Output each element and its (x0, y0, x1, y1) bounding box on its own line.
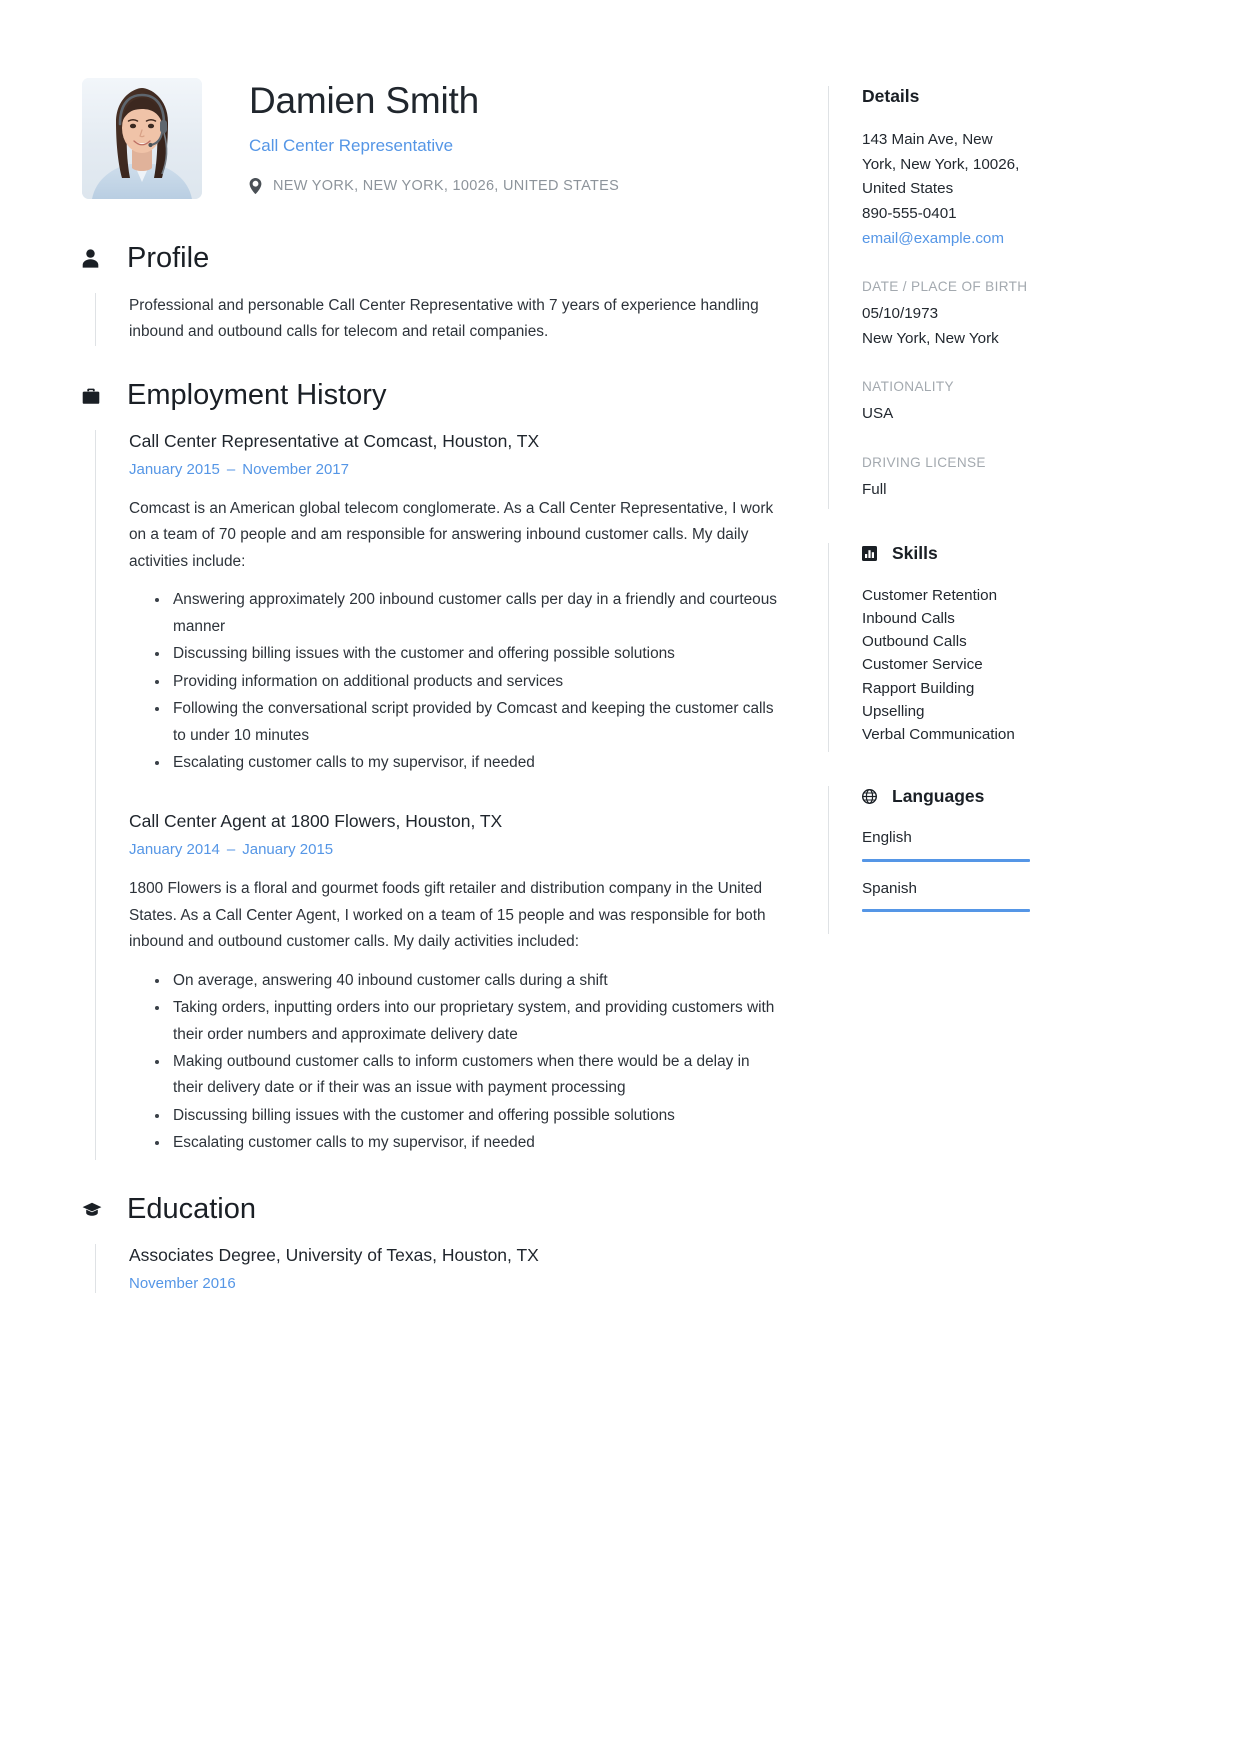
skill-item: Rapport Building (862, 679, 975, 697)
address-line-1: 143 Main Ave, New (862, 131, 993, 148)
job-bullet: Discussing billing issues with the custo… (155, 641, 780, 667)
sidebar-section-skills: Skills Customer Retention Inbound Calls … (828, 542, 1239, 753)
section-education: Education Associates Degree, University … (82, 1192, 780, 1294)
job-bullet: Making outbound customer calls to inform… (155, 1049, 780, 1102)
dob-place: New York, New York (862, 329, 999, 347)
employment-section-title: Employment History (127, 378, 387, 411)
section-profile: Profile Professional and personable Call… (82, 242, 780, 346)
education-body: Associates Degree, University of Texas, … (95, 1243, 780, 1294)
dob-date: 05/10/1973 (862, 305, 939, 323)
language-item: Spanish (862, 878, 1239, 912)
phone-number: 890-555-0401 (862, 204, 957, 222)
skill-item: Inbound Calls (862, 609, 955, 627)
job-dates: January 2014– January 2015 (129, 840, 780, 860)
briefcase-icon (82, 387, 108, 405)
job-bullet: Taking orders, inputting orders into our… (155, 995, 780, 1048)
languages-section-header: Languages (862, 786, 1239, 807)
job-bullet: On average, answering 40 inbound custome… (155, 968, 780, 994)
employment-entry: Call Center Agent at 1800 Flowers, Houst… (129, 810, 780, 1160)
job-heading: Call Center Representative at Comcast, H… (129, 430, 540, 451)
job-date-dash: – (226, 840, 236, 858)
main-column: Damien Smith Call Center Representative … (0, 78, 790, 1327)
job-dates: January 2015– November 2017 (129, 460, 780, 480)
dob-label: DATE / PLACE OF BIRTH (862, 279, 1028, 295)
driving-license-value: Full (862, 481, 887, 499)
profile-section-header: Profile (82, 242, 780, 275)
job-bullet: Answering approximately 200 inbound cust… (155, 587, 780, 640)
nationality-label: NATIONALITY (862, 379, 954, 395)
skills-section-title: Skills (892, 542, 938, 563)
job-date-end: November 2017 (242, 460, 349, 478)
skill-item: Verbal Communication (862, 726, 1015, 744)
job-description: Comcast is an American global telecom co… (129, 500, 774, 570)
education-heading: Associates Degree, University of Texas, … (129, 1244, 539, 1265)
profile-text: Professional and personable Call Center … (129, 296, 759, 341)
skills-section-header: Skills (862, 543, 1239, 564)
employment-section-header: Employment History (82, 378, 780, 412)
location-text: NEW YORK, NEW YORK, 10026, UNITED STATES (273, 177, 620, 194)
skill-item: Customer Retention (862, 586, 998, 604)
page-columns: Damien Smith Call Center Representative … (0, 78, 1239, 1327)
skill-item: Customer Service (862, 656, 983, 674)
education-section-title: Education (127, 1192, 256, 1225)
nationality-value: USA (862, 405, 894, 423)
job-bullet-list: Answering approximately 200 inbound cust… (129, 587, 780, 776)
globe-icon (862, 789, 881, 805)
employment-entry: Call Center Representative at Comcast, H… (129, 430, 780, 780)
job-date-start: January 2014 (129, 840, 220, 858)
address-line-3: United States (862, 180, 954, 198)
job-bullet: Providing information on additional prod… (155, 669, 780, 695)
job-date-dash: – (226, 460, 236, 478)
page-title: Damien Smith (249, 80, 479, 121)
job-date-end: January 2015 (242, 840, 334, 858)
skill-item: Upselling (862, 702, 925, 720)
location-row: NEW YORK, NEW YORK, 10026, UNITED STATES (249, 177, 620, 194)
language-name: Spanish (862, 879, 917, 897)
education-section-header: Education (82, 1192, 780, 1226)
skill-item: Outbound Calls (862, 633, 967, 651)
avatar (82, 78, 202, 199)
job-title: Call Center Representative (249, 135, 454, 155)
languages-section-title: Languages (892, 786, 985, 807)
section-employment: Employment History Call Center Represent… (82, 378, 780, 1160)
language-name: English (862, 829, 912, 847)
profile-section-title: Profile (127, 242, 210, 274)
job-bullet: Escalating customer calls to my supervis… (155, 750, 780, 776)
education-date: November 2016 (129, 1274, 236, 1292)
job-description: 1800 Flowers is a floral and gourmet foo… (129, 880, 766, 951)
job-date-start: January 2015 (129, 460, 220, 478)
bar-chart-icon (862, 545, 881, 561)
details-section-title: Details (862, 86, 920, 106)
person-icon (82, 249, 108, 269)
job-bullet: Discussing billing issues with the custo… (155, 1103, 780, 1129)
language-level-bar (862, 858, 1030, 862)
language-level-bar (862, 908, 1030, 912)
education-entry: Associates Degree, University of Texas, … (129, 1244, 780, 1293)
resume-page: Damien Smith Call Center Representative … (0, 0, 1239, 1754)
sidebar-column: Details 143 Main Ave, New York, New York… (790, 78, 1239, 934)
language-item: English (862, 827, 1239, 862)
identity-block: Damien Smith Call Center Representative … (202, 78, 619, 194)
email-link[interactable]: email@example.com (862, 227, 1239, 252)
job-bullet: Escalating customer calls to my supervis… (155, 1130, 780, 1156)
graduation-cap-icon (82, 1202, 108, 1217)
address-line-2: York, New York, 10026, (862, 155, 1020, 173)
profile-body: Professional and personable Call Center … (95, 292, 780, 346)
map-pin-icon (249, 177, 262, 194)
driving-license-label: DRIVING LICENSE (862, 455, 986, 471)
resume-header: Damien Smith Call Center Representative … (82, 78, 780, 199)
job-bullet: Following the conversational script prov… (155, 696, 780, 749)
sidebar-section-details: Details 143 Main Ave, New York, New York… (828, 86, 1239, 509)
employment-body: Call Center Representative at Comcast, H… (95, 429, 780, 1160)
job-bullet-list: On average, answering 40 inbound custome… (129, 968, 780, 1157)
sidebar-section-languages: Languages English Spanish (828, 786, 1239, 934)
job-heading: Call Center Agent at 1800 Flowers, Houst… (129, 810, 503, 831)
